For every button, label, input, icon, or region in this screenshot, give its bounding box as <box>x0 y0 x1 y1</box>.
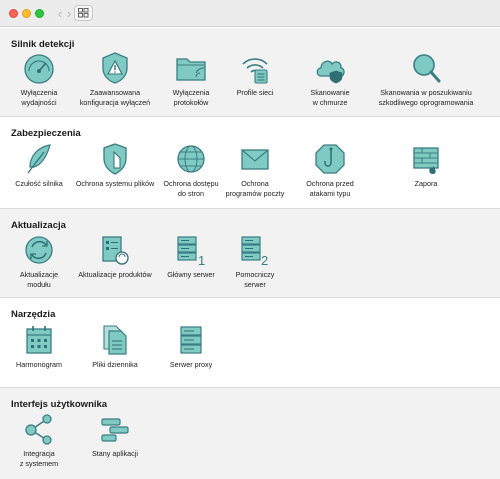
pref-application-states[interactable]: Stany aplikacji <box>55 412 175 459</box>
section-title: Interfejs użytkownika <box>11 399 108 410</box>
share-icon <box>25 414 52 445</box>
close-window-button[interactable] <box>9 9 18 18</box>
window-titlebar: ‹ › <box>0 0 500 27</box>
feather-icon <box>27 144 51 174</box>
pref-proxy-server[interactable]: Serwer proxy <box>131 323 251 370</box>
log-files-icon <box>103 325 127 355</box>
section-title: Aktualizacja <box>11 220 66 231</box>
app-states-icon <box>101 418 129 442</box>
section-tools: Narzędzia Harmonogram Pliki dziennika Se… <box>0 297 500 387</box>
cloud-icon <box>316 60 345 84</box>
magnifier-icon <box>413 54 441 83</box>
pref-malware-scans[interactable]: Skanowania w poszukiwaniu szkodliwego op… <box>366 51 486 107</box>
server-2-icon: 2 <box>241 236 268 267</box>
pref-firewall[interactable]: Zapora <box>366 142 486 189</box>
grid-icon <box>78 8 89 18</box>
section-user-interface: Interfejs użytkownika Integracja z syste… <box>0 387 500 479</box>
section-title: Narzędzia <box>11 309 56 320</box>
minimize-window-button[interactable] <box>22 9 31 18</box>
envelope-icon <box>241 149 269 170</box>
pref-secondary-server[interactable]: 2 Pomocniczy serwer <box>195 233 315 289</box>
section-detection-engine: Silnik detekcji Wyłączenia wydajności Za… <box>0 28 500 116</box>
section-protections: Zabezpieczenia Czułość silnika Ochrona s… <box>0 116 500 208</box>
calendar-icon <box>26 326 52 354</box>
gauge-icon <box>24 54 54 84</box>
refresh-icon <box>25 236 53 264</box>
section-update: Aktualizacja Aktualizacje modułu Aktuali… <box>0 208 500 297</box>
svg-text:2: 2 <box>261 253 268 267</box>
proxy-server-icon <box>180 326 202 354</box>
section-title: Silnik detekcji <box>11 39 75 50</box>
warning-shield-icon <box>102 52 128 84</box>
product-update-icon <box>102 236 129 265</box>
zoom-window-button[interactable] <box>35 9 44 18</box>
wifi-icon <box>242 58 268 84</box>
hook-icon <box>315 144 345 174</box>
firewall-icon <box>413 147 439 174</box>
section-title: Zabezpieczenia <box>11 128 81 139</box>
grid-view-button[interactable] <box>74 5 93 21</box>
file-shield-icon <box>103 143 127 175</box>
